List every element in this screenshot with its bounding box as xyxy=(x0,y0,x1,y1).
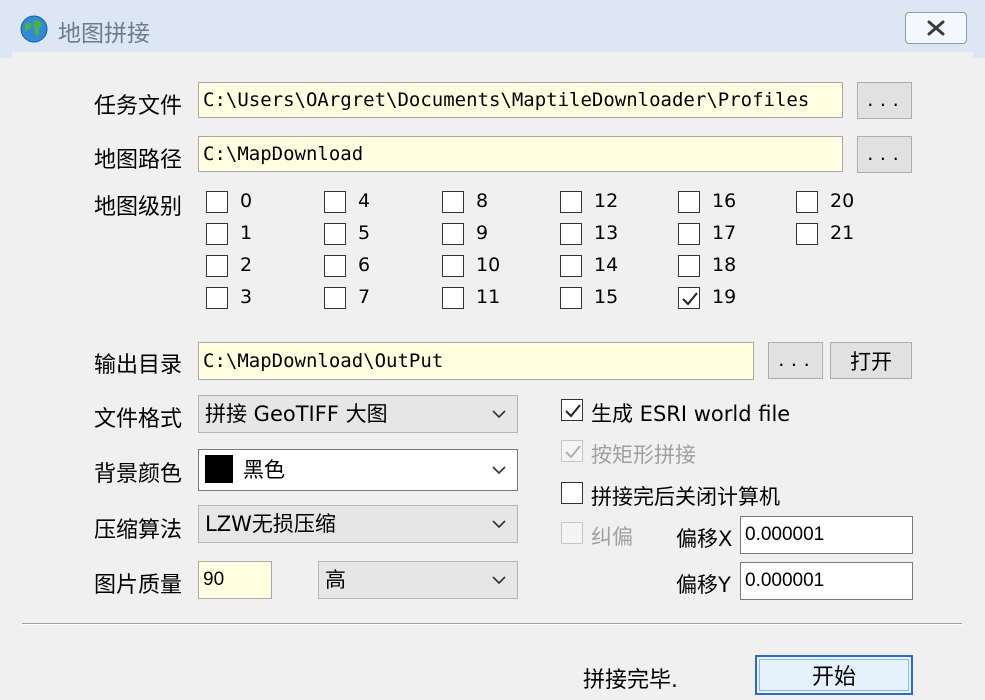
level-checkbox-12[interactable] xyxy=(560,191,582,213)
window-title: 地图拼接 xyxy=(58,21,150,47)
offset-x-input[interactable]: 0.000001 xyxy=(740,516,913,554)
level-label-10: 10 xyxy=(476,254,501,276)
chevron-down-icon xyxy=(492,520,506,529)
file-format-value: 拼接 GeoTIFF 大图 xyxy=(205,402,388,426)
offset-x-label: 偏移X xyxy=(676,527,733,551)
title-bar[interactable]: 地图拼接 xyxy=(0,0,985,58)
level-checkbox-1[interactable] xyxy=(206,223,228,245)
shutdown-after-label: 拼接完后关闭计算机 xyxy=(591,485,780,509)
level-checkbox-11[interactable] xyxy=(442,287,464,309)
map-level-label: 地图级别 xyxy=(94,195,183,220)
level-checkbox-0[interactable] xyxy=(206,191,228,213)
task-file-label: 任务文件 xyxy=(94,94,183,119)
level-label-3: 3 xyxy=(240,286,253,308)
map-path-browse-button[interactable]: ... xyxy=(857,136,912,173)
chevron-down-icon xyxy=(492,576,506,585)
level-label-21: 21 xyxy=(830,222,855,244)
start-button-focus-ring xyxy=(759,659,909,691)
output-dir-input[interactable]: C:\MapDownload\OutPut xyxy=(198,342,754,380)
level-checkbox-8[interactable] xyxy=(442,191,464,213)
compression-value: LZW无损压缩 xyxy=(205,512,336,536)
image-quality-input[interactable]: 90 xyxy=(198,561,272,599)
offset-y-input[interactable]: 0.000001 xyxy=(740,562,913,600)
offset-y-label: 偏移Y xyxy=(676,573,731,597)
stitch-dialog: 地图拼接 任务文件 C:\Users\OArgret\Documents\Map… xyxy=(0,0,985,700)
compression-select[interactable]: LZW无损压缩 xyxy=(198,505,518,543)
shutdown-after-checkbox[interactable] xyxy=(561,482,583,504)
level-checkbox-21[interactable] xyxy=(796,223,818,245)
level-label-7: 7 xyxy=(358,286,371,308)
close-icon xyxy=(927,20,945,36)
level-label-9: 9 xyxy=(476,222,489,244)
level-checkbox-16[interactable] xyxy=(678,191,700,213)
level-label-1: 1 xyxy=(240,222,253,244)
level-label-15: 15 xyxy=(594,286,619,308)
background-color-value: 黑色 xyxy=(243,458,285,482)
map-path-label: 地图路径 xyxy=(94,148,183,173)
level-label-8: 8 xyxy=(476,190,489,212)
level-label-11: 11 xyxy=(476,286,501,308)
globe-icon xyxy=(20,15,48,43)
close-button[interactable] xyxy=(905,12,967,44)
chevron-down-icon xyxy=(492,466,506,475)
level-label-19: 19 xyxy=(712,286,737,308)
level-label-0: 0 xyxy=(240,190,253,212)
image-quality-level-select[interactable]: 高 xyxy=(318,561,518,599)
rect-stitch-label: 按矩形拼接 xyxy=(591,443,696,467)
background-color-label: 背景颜色 xyxy=(94,462,183,487)
level-checkbox-7[interactable] xyxy=(324,287,346,309)
start-button[interactable]: 开始 xyxy=(755,655,913,695)
checkmark-icon xyxy=(682,292,698,306)
level-checkbox-17[interactable] xyxy=(678,223,700,245)
file-format-label: 文件格式 xyxy=(94,407,183,432)
level-checkbox-14[interactable] xyxy=(560,255,582,277)
level-label-16: 16 xyxy=(712,190,737,212)
rect-stitch-checkbox[interactable] xyxy=(561,440,583,462)
level-checkbox-9[interactable] xyxy=(442,223,464,245)
level-checkbox-10[interactable] xyxy=(442,255,464,277)
esri-world-file-checkbox[interactable] xyxy=(561,399,583,421)
level-checkbox-3[interactable] xyxy=(206,287,228,309)
output-dir-browse-button[interactable]: ... xyxy=(768,342,823,379)
image-quality-label: 图片质量 xyxy=(94,573,183,598)
output-dir-label: 输出目录 xyxy=(94,353,183,378)
level-checkbox-19[interactable] xyxy=(678,287,700,309)
level-label-17: 17 xyxy=(712,222,737,244)
level-label-14: 14 xyxy=(594,254,619,276)
correction-checkbox[interactable] xyxy=(561,522,583,544)
checkmark-icon xyxy=(565,404,581,418)
level-checkbox-13[interactable] xyxy=(560,223,582,245)
image-quality-level-value: 高 xyxy=(325,568,346,592)
level-checkbox-20[interactable] xyxy=(796,191,818,213)
level-checkbox-18[interactable] xyxy=(678,255,700,277)
level-label-4: 4 xyxy=(358,190,371,212)
level-label-12: 12 xyxy=(594,190,619,212)
map-path-input[interactable]: C:\MapDownload xyxy=(198,136,843,172)
task-file-browse-button[interactable]: ... xyxy=(857,82,912,119)
checkmark-icon xyxy=(565,445,581,459)
status-text: 拼接完毕. xyxy=(583,668,678,693)
level-checkbox-15[interactable] xyxy=(560,287,582,309)
level-label-6: 6 xyxy=(358,254,371,276)
color-swatch xyxy=(205,455,233,483)
level-checkbox-4[interactable] xyxy=(324,191,346,213)
level-checkbox-5[interactable] xyxy=(324,223,346,245)
level-label-18: 18 xyxy=(712,254,737,276)
level-checkbox-2[interactable] xyxy=(206,255,228,277)
task-file-input[interactable]: C:\Users\OArgret\Documents\MaptileDownlo… xyxy=(198,82,843,118)
background-color-select[interactable]: 黑色 xyxy=(198,449,518,491)
file-format-select[interactable]: 拼接 GeoTIFF 大图 xyxy=(198,395,518,433)
level-label-5: 5 xyxy=(358,222,371,244)
esri-world-file-label: 生成 ESRI world file xyxy=(591,402,791,426)
compression-label: 压缩算法 xyxy=(94,518,183,543)
open-folder-button[interactable]: 打开 xyxy=(830,342,912,379)
chevron-down-icon xyxy=(492,410,506,419)
divider xyxy=(22,623,962,625)
level-label-13: 13 xyxy=(594,222,619,244)
level-label-2: 2 xyxy=(240,254,253,276)
level-checkbox-6[interactable] xyxy=(324,255,346,277)
level-label-20: 20 xyxy=(830,190,855,212)
correction-label: 纠偏 xyxy=(591,525,633,549)
